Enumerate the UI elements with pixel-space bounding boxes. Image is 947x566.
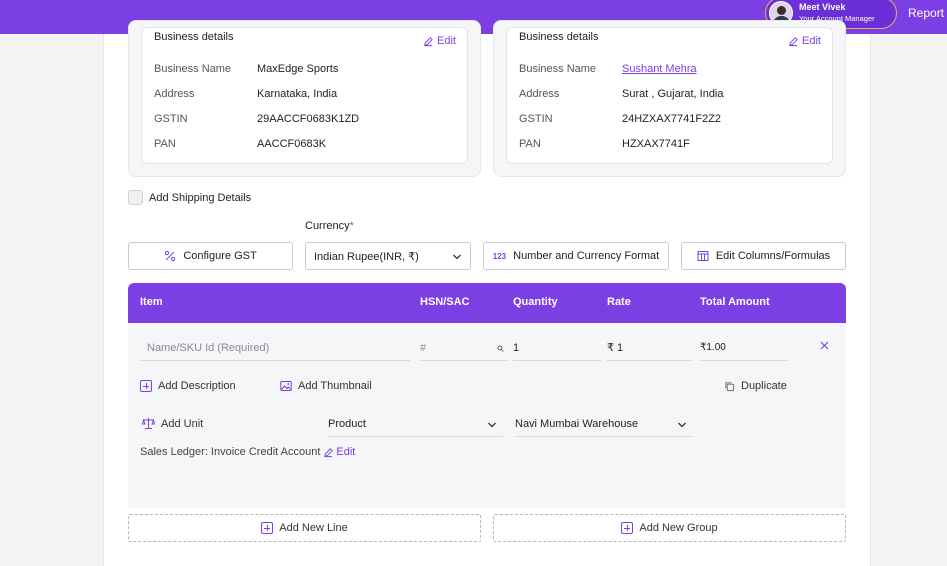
number-currency-format-button[interactable]: 123 Number and Currency Format [483,242,669,270]
column-total-amount: Total Amount [700,296,770,308]
hsn-sac-input[interactable]: # [420,335,508,361]
pan-value: AACCF0683K [257,138,327,150]
gstin-value: 24HZXAX7741F2Z2 [622,113,722,125]
report-link[interactable]: Report a [908,6,947,20]
currency-label: Currency* [305,220,354,232]
chevron-down-icon [453,254,461,260]
business-name-link[interactable]: Sushant Mehra [622,63,697,75]
pencil-icon [789,36,798,46]
add-shipping-checkbox[interactable] [128,190,143,205]
edit-business-to-button[interactable]: Edit [788,35,821,47]
add-new-line-button[interactable]: Add New Line [128,514,481,542]
add-new-group-button[interactable]: Add New Group [493,514,846,542]
column-item: Item [140,296,163,308]
item-name-input[interactable]: Name/SKU Id (Required) [140,335,410,361]
column-rate: Rate [607,296,631,308]
business-name-label: Business Name [154,63,232,75]
pan-value: HZXAX7741F [622,138,690,150]
chevron-down-icon [678,422,686,428]
rate-input[interactable]: ₹ 1 [607,335,692,361]
edit-ledger-button[interactable]: Edit [323,446,355,458]
address-value: Surat , Gujarat, India [622,88,724,100]
add-description-button[interactable]: Add Description [140,380,236,392]
sales-ledger-text: Sales Ledger: Invoice Credit Account [140,446,321,458]
pencil-icon [324,447,334,457]
duplicate-button[interactable]: Duplicate [724,380,787,392]
search-icon [497,345,504,352]
address-value: Karnataka, India [257,88,338,100]
configure-gst-button[interactable]: Configure GST [128,242,293,270]
currency-select[interactable]: Indian Rupee(INR, ₹) [305,242,471,270]
gstin-value: 29AACCF0683K1ZD [257,113,360,125]
unit-type-select[interactable]: Product [328,411,503,437]
business-to-card: Business details Edit Business Name Sush… [506,27,833,164]
column-hsn-sac: HSN/SAC [420,296,470,308]
edit-columns-button[interactable]: Edit Columns/Formulas [681,242,846,270]
pencil-icon [424,36,433,46]
card-title: Business details [519,31,599,43]
sales-ledger: Sales Ledger: Invoice Credit Account Edi… [140,446,355,458]
manager-name: Meet Vivek [799,2,846,12]
copy-icon [725,381,735,391]
pan-label: PAN [154,138,176,150]
business-from-card: Business details Edit Business Name MaxE… [141,27,468,164]
scale-icon [142,418,155,429]
total-amount-value: ₹1.00 [700,335,788,361]
add-unit-button[interactable]: Add Unit [142,417,203,430]
image-icon [280,381,292,391]
address-label: Address [519,88,560,100]
add-shipping-label: Add Shipping Details [149,192,252,204]
items-table-header: Item HSN/SAC Quantity Rate Total Amount [128,283,846,323]
add-thumbnail-button[interactable]: Add Thumbnail [280,380,372,392]
close-icon[interactable] [820,341,829,350]
table-columns-icon [697,251,709,261]
business-name-label: Business Name [519,63,597,75]
chevron-down-icon [488,422,496,428]
gstin-label: GSTIN [154,113,188,125]
quantity-input[interactable]: 1 [513,335,601,361]
percent-icon [165,250,176,262]
address-label: Address [154,88,195,100]
plus-square-icon [261,522,274,534]
card-title: Business details [154,31,234,43]
item-row: Name/SKU Id (Required) # 1 ₹ 1 ₹1.00 Add… [128,323,846,508]
gstin-label: GSTIN [519,113,553,125]
warehouse-select[interactable]: Navi Mumbai Warehouse [515,411,693,437]
business-name-value: MaxEdge Sports [257,63,339,75]
plus-square-icon [621,522,634,534]
pan-label: PAN [519,138,541,150]
column-quantity: Quantity [513,296,558,308]
number-format-icon: 123 [492,251,507,261]
plus-square-icon [140,380,152,392]
edit-business-from-button[interactable]: Edit [423,35,456,47]
